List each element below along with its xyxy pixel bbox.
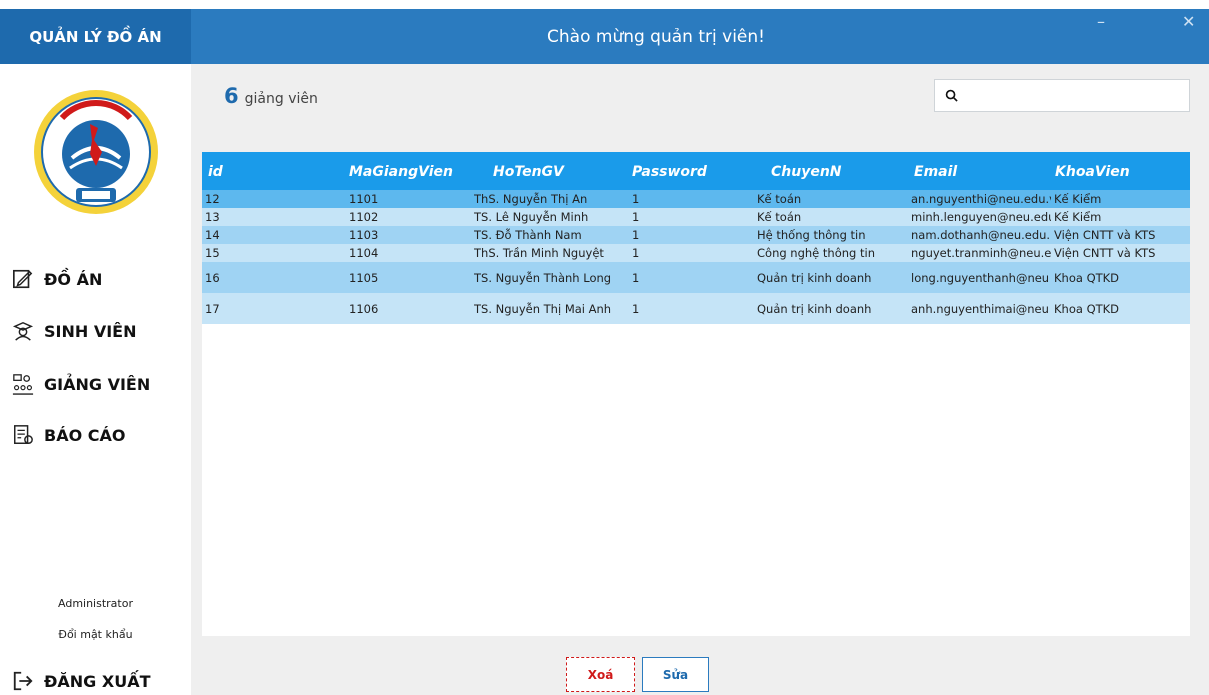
table-cell: Khoa QTKD [1054,270,1120,285]
nav-giang-vien[interactable]: GIẢNG VIÊN [12,373,150,395]
table-cell: 1 [632,210,640,224]
table-cell: Kế Kiểm [1054,210,1102,224]
table-header: id MaGiangVien HoTenGV Password ChuyenN Email… [202,152,1190,190]
teacher-icon [12,374,34,395]
table-cell: 1 [632,301,640,316]
table-cell: 1 [632,246,640,260]
nav-sinh-vien-label: SINH VIÊN [44,321,137,341]
nav-bao-cao-label: BÁO CÁO [44,425,126,445]
table-cell: TS. Nguyễn Thành Long [474,270,612,285]
nav-do-an-label: ĐỒ ÁN [44,269,103,289]
search-box[interactable] [934,79,1190,112]
table-cell: ThS. Trần Minh Nguyệt [474,246,604,260]
table-cell: anh.nguyenthimai@neu [911,301,1049,316]
close-button[interactable]: ✕ [1182,12,1195,31]
lecturer-table: id MaGiangVien HoTenGV Password ChuyenN Email… [202,152,1190,636]
table-cell: an.nguyenthi@neu.edu.v [911,192,1051,206]
table-cell: Viện CNTT và KTS [1054,228,1156,242]
table-cell: TS. Đỗ Thành Nam [474,228,582,242]
table-cell: 1101 [349,192,379,206]
column-header[interactable]: KhoaVien [1055,152,1130,190]
column-header[interactable]: id [208,152,223,190]
table-cell: 16 [205,270,220,285]
table-cell: minh.lenguyen@neu.edu [911,210,1051,224]
table-cell: 1105 [349,270,379,285]
column-header[interactable]: Password [632,152,707,190]
table-cell: long.nguyenthanh@neu [911,270,1050,285]
table-cell: Quản trị kinh doanh [757,301,872,316]
table-cell: nguyet.tranminh@neu.e [911,246,1051,260]
graduate-icon [12,321,34,341]
table-cell: 1 [632,228,640,242]
nav-giang-vien-label: GIẢNG VIÊN [44,374,151,394]
report-icon [14,425,33,444]
column-header[interactable]: MaGiangVien [349,152,453,190]
table-cell: Quản trị kinh doanh [757,270,872,285]
edit-button[interactable]: Sửa [642,657,709,692]
minimize-button[interactable]: – [1097,12,1105,31]
table-row[interactable]: 15 1104 ThS. Trần Minh Nguyệt 1 Công nghệ th… [202,244,1190,262]
column-header[interactable]: Email [914,152,957,190]
nav-do-an[interactable]: ĐỒ ÁN [12,268,102,290]
table-cell: Kế Kiểm [1054,192,1102,206]
edit-note-icon [13,269,33,289]
nav-sinh-vien[interactable]: SINH VIÊN [12,320,136,342]
table-cell: Kế toán [757,210,802,224]
logout-label: ĐĂNG XUẤT [44,671,151,691]
table-row[interactable]: 16 1105 TS. Nguyễn Thành Long 1 Quản trị kin… [202,262,1190,293]
table-cell: 15 [205,246,220,260]
table-cell: ThS. Nguyễn Thị An [474,192,588,206]
table-cell: TS. Nguyễn Thị Mai Anh [474,301,612,316]
table-row[interactable]: 13 1102 TS. Lê Nguyễn Minh 1 Kế toán minh.len… [202,208,1190,226]
table-cell: Viện CNTT và KTS [1054,246,1156,260]
lecturer-count: 6 giảng viên [224,84,318,108]
table-cell: 12 [205,192,220,206]
table-cell: 1 [632,192,640,206]
column-header[interactable]: ChuyenN [771,152,842,190]
table-cell: Công nghệ thông tin [757,246,875,260]
table-cell: TS. Lê Nguyễn Minh [474,210,589,224]
logout-button[interactable]: ĐĂNG XUẤT [12,670,151,692]
table-row[interactable]: 17 1106 TS. Nguyễn Thị Mai Anh 1 Quản trị ki… [202,293,1190,324]
app-brand: QUẢN LÝ ĐỒ ÁN [0,9,191,64]
table-cell: 13 [205,210,220,224]
logout-icon [13,671,33,691]
search-input[interactable] [966,87,1189,104]
count-label: giảng viên [244,91,318,107]
table-cell: 1 [632,270,640,285]
delete-button[interactable]: Xoá [566,657,635,692]
count-number: 6 [224,84,239,108]
table-cell: Kế toán [757,192,802,206]
table-cell: Hệ thống thông tin [757,228,866,242]
search-icon [945,89,958,102]
table-cell: 1102 [349,210,379,224]
table-cell: 17 [205,301,220,316]
table-cell: 1106 [349,301,379,316]
table-cell: 1104 [349,246,379,260]
change-password-link[interactable]: Đổi mật khẩu [0,628,191,641]
top-strip [0,0,1209,9]
table-row[interactable]: 12 1101 ThS. Nguyễn Thị An 1 Kế toán an.nguye… [202,190,1190,208]
nav-bao-cao[interactable]: BÁO CÁO [12,424,125,446]
table-cell: 1103 [349,228,379,242]
welcome-title: Chào mừng quản trị viên! [547,26,765,47]
table-cell: nam.dothanh@neu.edu. [911,228,1051,242]
table-row[interactable]: 14 1103 TS. Đỗ Thành Nam 1 Hệ thống thông ti… [202,226,1190,244]
current-user: Administrator [58,597,133,610]
table-cell: Khoa QTKD [1054,301,1120,316]
university-logo [34,90,158,214]
column-header[interactable]: HoTenGV [493,152,564,190]
table-cell: 14 [205,228,220,242]
